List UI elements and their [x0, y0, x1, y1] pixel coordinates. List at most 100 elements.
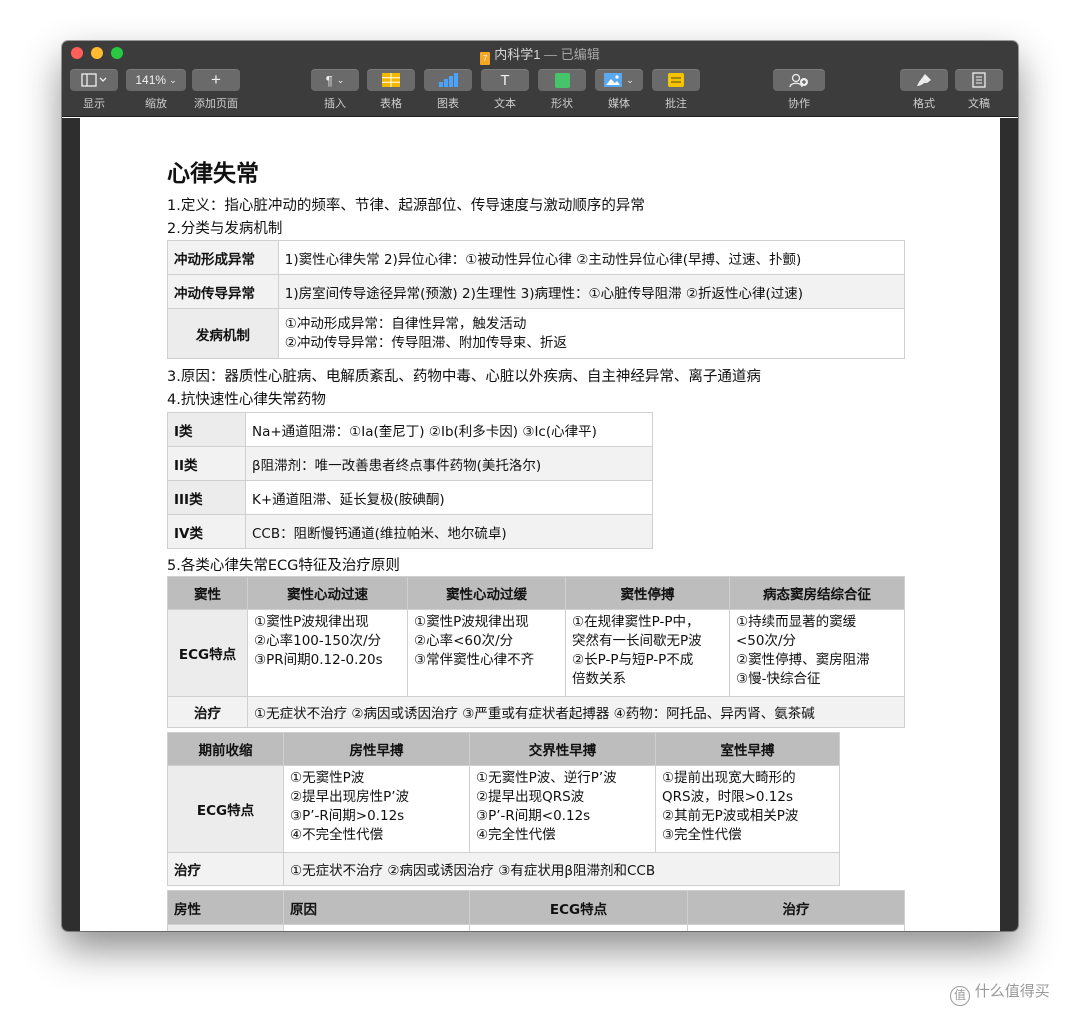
table-header: 原因 [283, 890, 470, 925]
cell-line: ②提早出现QRS波 [476, 789, 585, 805]
toolbar-chart[interactable]: 图表 [424, 69, 472, 111]
table-row [167, 924, 905, 931]
cell-line: ①窦性P波规律出现 [414, 614, 529, 630]
shape-icon [554, 72, 570, 88]
comment-button[interactable] [652, 69, 700, 91]
cell-line: ①持续而显著的窦缓 [736, 614, 857, 630]
cell-line: ②心率<60次/分 [414, 633, 514, 649]
cell-line: ③慢-快综合征 [736, 671, 821, 687]
zoom-select[interactable]: 141% ⌄ [126, 69, 186, 91]
document-icon [972, 72, 986, 88]
collaborate-button[interactable] [773, 69, 825, 91]
table-row: ECG特点 ①窦性P波规律出现 ②心率100-150次/分 ③PR间期0.12-… [167, 609, 905, 697]
doc-heading: 心律失常 [167, 161, 259, 187]
table-cell: ①冲动形成异常：自律性异常，触发活动 ②冲动传导异常：传导阻滞、附加传导束、折返 [277, 308, 906, 359]
table-row: ECG特点 ①无窦性P波 ②提早出现房性P’波 ③P’-R间期>0.12s ④不… [167, 765, 840, 853]
watermark-text: 什么值得买 [974, 982, 1050, 1000]
toolbar-comment[interactable]: 批注 [652, 69, 700, 111]
cell-line: ③常伴窦性心律不齐 [414, 652, 535, 668]
document-canvas[interactable]: 心律失常 1.定义：指心脏冲动的频率、节律、起源部位、传导速度与激动顺序的异常 … [80, 118, 1000, 931]
cell-line: ②其前无P波或相关P波 [662, 808, 799, 824]
table-cell-key [167, 924, 284, 931]
chart-button[interactable] [424, 69, 472, 91]
premature-table: 期前收缩 房性早搏 交界性早搏 室性早搏 ECG特点 ①无窦性P波 ②提早出现房… [167, 732, 840, 886]
add-page-button[interactable]: + [192, 69, 240, 91]
pages-window: 7 内科学1 — 已编辑 显示 141% ⌄ 缩放 + 添加页面 ¶ ⌄ 插入 表格 [62, 41, 1018, 931]
chart-icon [439, 73, 458, 87]
cell-line: ①在规律窦性P-P中， [572, 614, 700, 630]
zoom-value: 141% [135, 73, 167, 87]
media-icon [604, 73, 623, 87]
toolbar-view[interactable]: 显示 [70, 69, 118, 111]
table-row: 发病机制 ①冲动形成异常：自律性异常，触发活动 ②冲动传导异常：传导阻滞、附加传… [167, 308, 906, 359]
table-cell-key: IV类 [167, 514, 246, 549]
table-cell-key: ECG特点 [167, 609, 248, 697]
shape-button[interactable] [538, 69, 586, 91]
table-row: 治疗 ①无症状不治疗 ②病因或诱因治疗 ③严重或有症状者起搏器 ④药物：阿托品、… [167, 696, 905, 728]
media-button[interactable]: ⌄ [595, 69, 643, 91]
chart-label: 图表 [437, 97, 459, 110]
table-cell: CCB：阻断慢钙通道(维拉帕米、地尔硫卓) [245, 514, 653, 549]
toolbar-shape[interactable]: 形状 [538, 69, 586, 111]
cell-line: ②长P-P与短P-P不成 [572, 652, 694, 668]
text-icon: T [500, 71, 510, 89]
classification-table: 冲动形成异常 1)窦性心律失常 2)异位心律：①被动性异位心律 ②主动性异位心律… [167, 240, 906, 359]
table-cell-key: ECG特点 [167, 765, 284, 853]
table-cell: ①无症状不治疗 ②病因或诱因治疗 ③有症状用β阻滞剂和CCB [283, 852, 840, 886]
toolbar-media[interactable]: ⌄ 媒体 [595, 69, 643, 111]
table-header: 交界性早搏 [469, 732, 656, 766]
toolbar-insert[interactable]: ¶ ⌄ 插入 [311, 69, 359, 111]
document-button[interactable] [955, 69, 1003, 91]
format-label: 格式 [913, 97, 935, 110]
paragraph-icon: ¶ [325, 72, 333, 88]
table-row: 冲动传导异常 1)房室间传导途径异常(预激) 2)生理性 3)病理性：①心脏传导… [167, 274, 906, 309]
toolbar-table[interactable]: 表格 [367, 69, 415, 111]
cell-line: ②提早出现房性P’波 [290, 789, 410, 805]
toolbar-add-page[interactable]: + 添加页面 [192, 69, 240, 111]
cell-line: QRS波，时限>0.12s [662, 789, 793, 805]
toolbar-document[interactable]: 文稿 [955, 69, 1003, 111]
toolbar-collaborate[interactable]: 协作 [773, 69, 825, 111]
cell-line: ②心率100-150次/分 [254, 633, 382, 649]
table-row: I类 Na+通道阻滞：①Ia(奎尼丁) ②Ib(利多卡因) ③Ic(心律平) [167, 412, 653, 447]
toolbar-zoom[interactable]: 141% ⌄ 缩放 [126, 69, 186, 111]
media-label: 媒体 [608, 97, 630, 110]
table-row: II类 β阻滞剂：唯一改善患者终点事件药物(美托洛尔) [167, 446, 653, 481]
paintbrush-icon [917, 74, 931, 86]
table-row: 冲动形成异常 1)窦性心律失常 2)异位心律：①被动性异位心律 ②主动性异位心律… [167, 240, 906, 275]
format-button[interactable] [900, 69, 948, 91]
cell-line: ①提前出现宽大畸形的 [662, 770, 796, 786]
text-button[interactable]: T [481, 69, 529, 91]
view-button[interactable] [70, 69, 118, 91]
table-button[interactable] [367, 69, 415, 91]
table-cell: ①窦性P波规律出现 ②心率100-150次/分 ③PR间期0.12-0.20s [247, 609, 408, 697]
sinus-table: 窦性 窦性心动过速 窦性心动过缓 窦性停搏 病态窦房结综合征 ECG特点 ①窦性… [167, 576, 905, 728]
cell-line: ①冲动形成异常：自律性异常，触发活动 [284, 315, 527, 332]
table-header: 治疗 [687, 890, 905, 925]
comment-icon [668, 73, 684, 87]
insert-button[interactable]: ¶ ⌄ [311, 69, 359, 91]
table-cell: 1)房室间传导途径异常(预激) 2)生理性 3)病理性：①心脏传导阻滞 ②折返性… [277, 274, 906, 309]
table-cell: β阻滞剂：唯一改善患者终点事件药物(美托洛尔) [245, 446, 653, 481]
table-cell-key: II类 [167, 446, 246, 481]
table-label: 表格 [380, 97, 402, 110]
table-header-row: 期前收缩 房性早搏 交界性早搏 室性早搏 [167, 732, 840, 766]
table-header: 窦性心动过缓 [407, 576, 566, 610]
chevron-down-icon: ⌄ [626, 74, 634, 85]
table-header: 房性 [167, 890, 284, 925]
cell-line: ①无窦性P波 [290, 770, 365, 786]
document-name: 内科学1 [494, 47, 541, 62]
toolbar-format[interactable]: 格式 [900, 69, 948, 111]
window-title: 7 内科学1 — 已编辑 [62, 44, 1018, 65]
cell-line: ①窦性P波规律出现 [254, 614, 369, 630]
zoom-label: 缩放 [145, 97, 167, 110]
cell-line: ②窦性停搏、窦房阻滞 [736, 652, 870, 668]
table-row: III类 K+通道阻滞、延长复极(胺碘酮) [167, 480, 653, 515]
add-page-label: 添加页面 [194, 97, 238, 110]
toolbar-text[interactable]: T 文本 [481, 69, 529, 111]
table-cell: ①提前出现宽大畸形的 QRS波，时限>0.12s ②其前无P波或相关P波 ③完全… [655, 765, 840, 853]
view-label: 显示 [83, 97, 105, 110]
table-header: 窦性心动过速 [247, 576, 408, 610]
table-cell: K+通道阻滞、延长复极(胺碘酮) [245, 480, 653, 515]
edited-status: — 已编辑 [544, 47, 600, 62]
